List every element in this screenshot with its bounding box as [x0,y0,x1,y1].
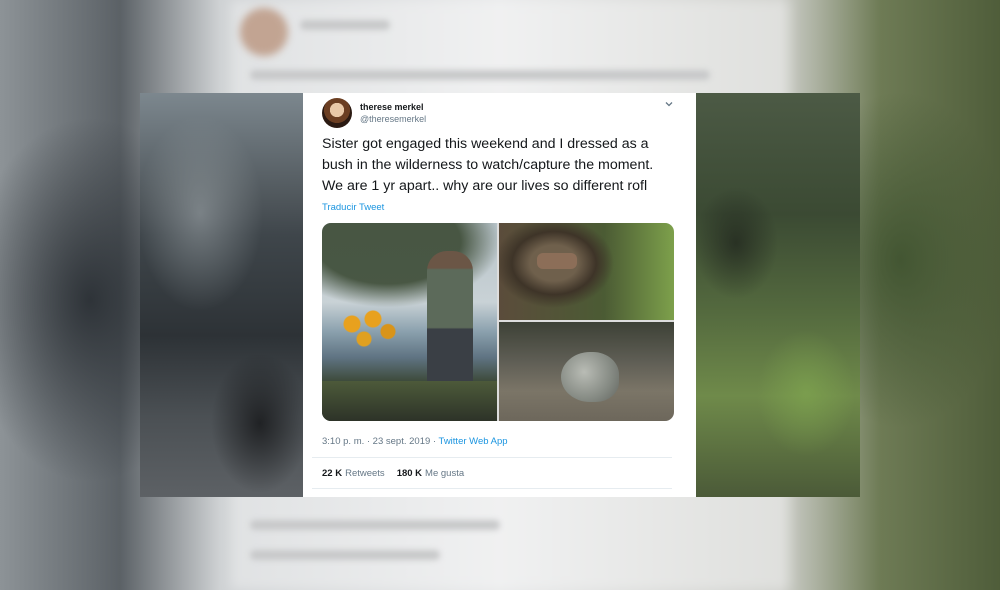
source-link[interactable]: Twitter Web App [439,436,508,447]
retweets-label: Retweets [345,468,385,479]
likes-label: Me gusta [425,468,465,479]
blurred-line [250,70,710,80]
photo-bush-disguise-closeup[interactable] [499,223,674,320]
tweet-stats: 22 K Retweets 180 K Me gusta [322,468,464,479]
photo-bush-disguise-ground[interactable] [499,322,674,421]
avatar[interactable] [322,98,352,128]
divider [312,488,672,489]
tweet-text: Sister got engaged this weekend and I dr… [322,136,654,194]
blurred-avatar [240,8,288,56]
photo-engagement[interactable] [322,223,497,421]
display-name[interactable]: therese merkel [360,102,424,112]
media-grid [322,223,674,421]
timestamp[interactable]: 3:10 p. m. · 23 sept. 2019 · [322,436,439,447]
user-handle[interactable]: @theresemerkel [360,114,426,124]
blurred-line [250,550,440,560]
blurred-photo-right [696,93,860,497]
retweets-stat[interactable]: 22 K Retweets [322,468,385,479]
likes-count: 180 K [396,468,423,479]
likes-stat[interactable]: 180 K Me gusta [397,468,464,479]
translate-tweet-link[interactable]: Traducir Tweet [322,202,384,213]
tweet-card: therese merkel @theresemerkel Sister got… [303,93,696,497]
blurred-line [300,20,390,30]
blurred-photo-left [140,93,303,497]
tweet-meta: 3:10 p. m. · 23 sept. 2019 · Twitter Web… [322,436,508,447]
divider [312,457,672,458]
retweets-count: 22 K [322,468,343,479]
blurred-line [250,520,500,530]
chevron-down-icon[interactable] [664,99,676,109]
